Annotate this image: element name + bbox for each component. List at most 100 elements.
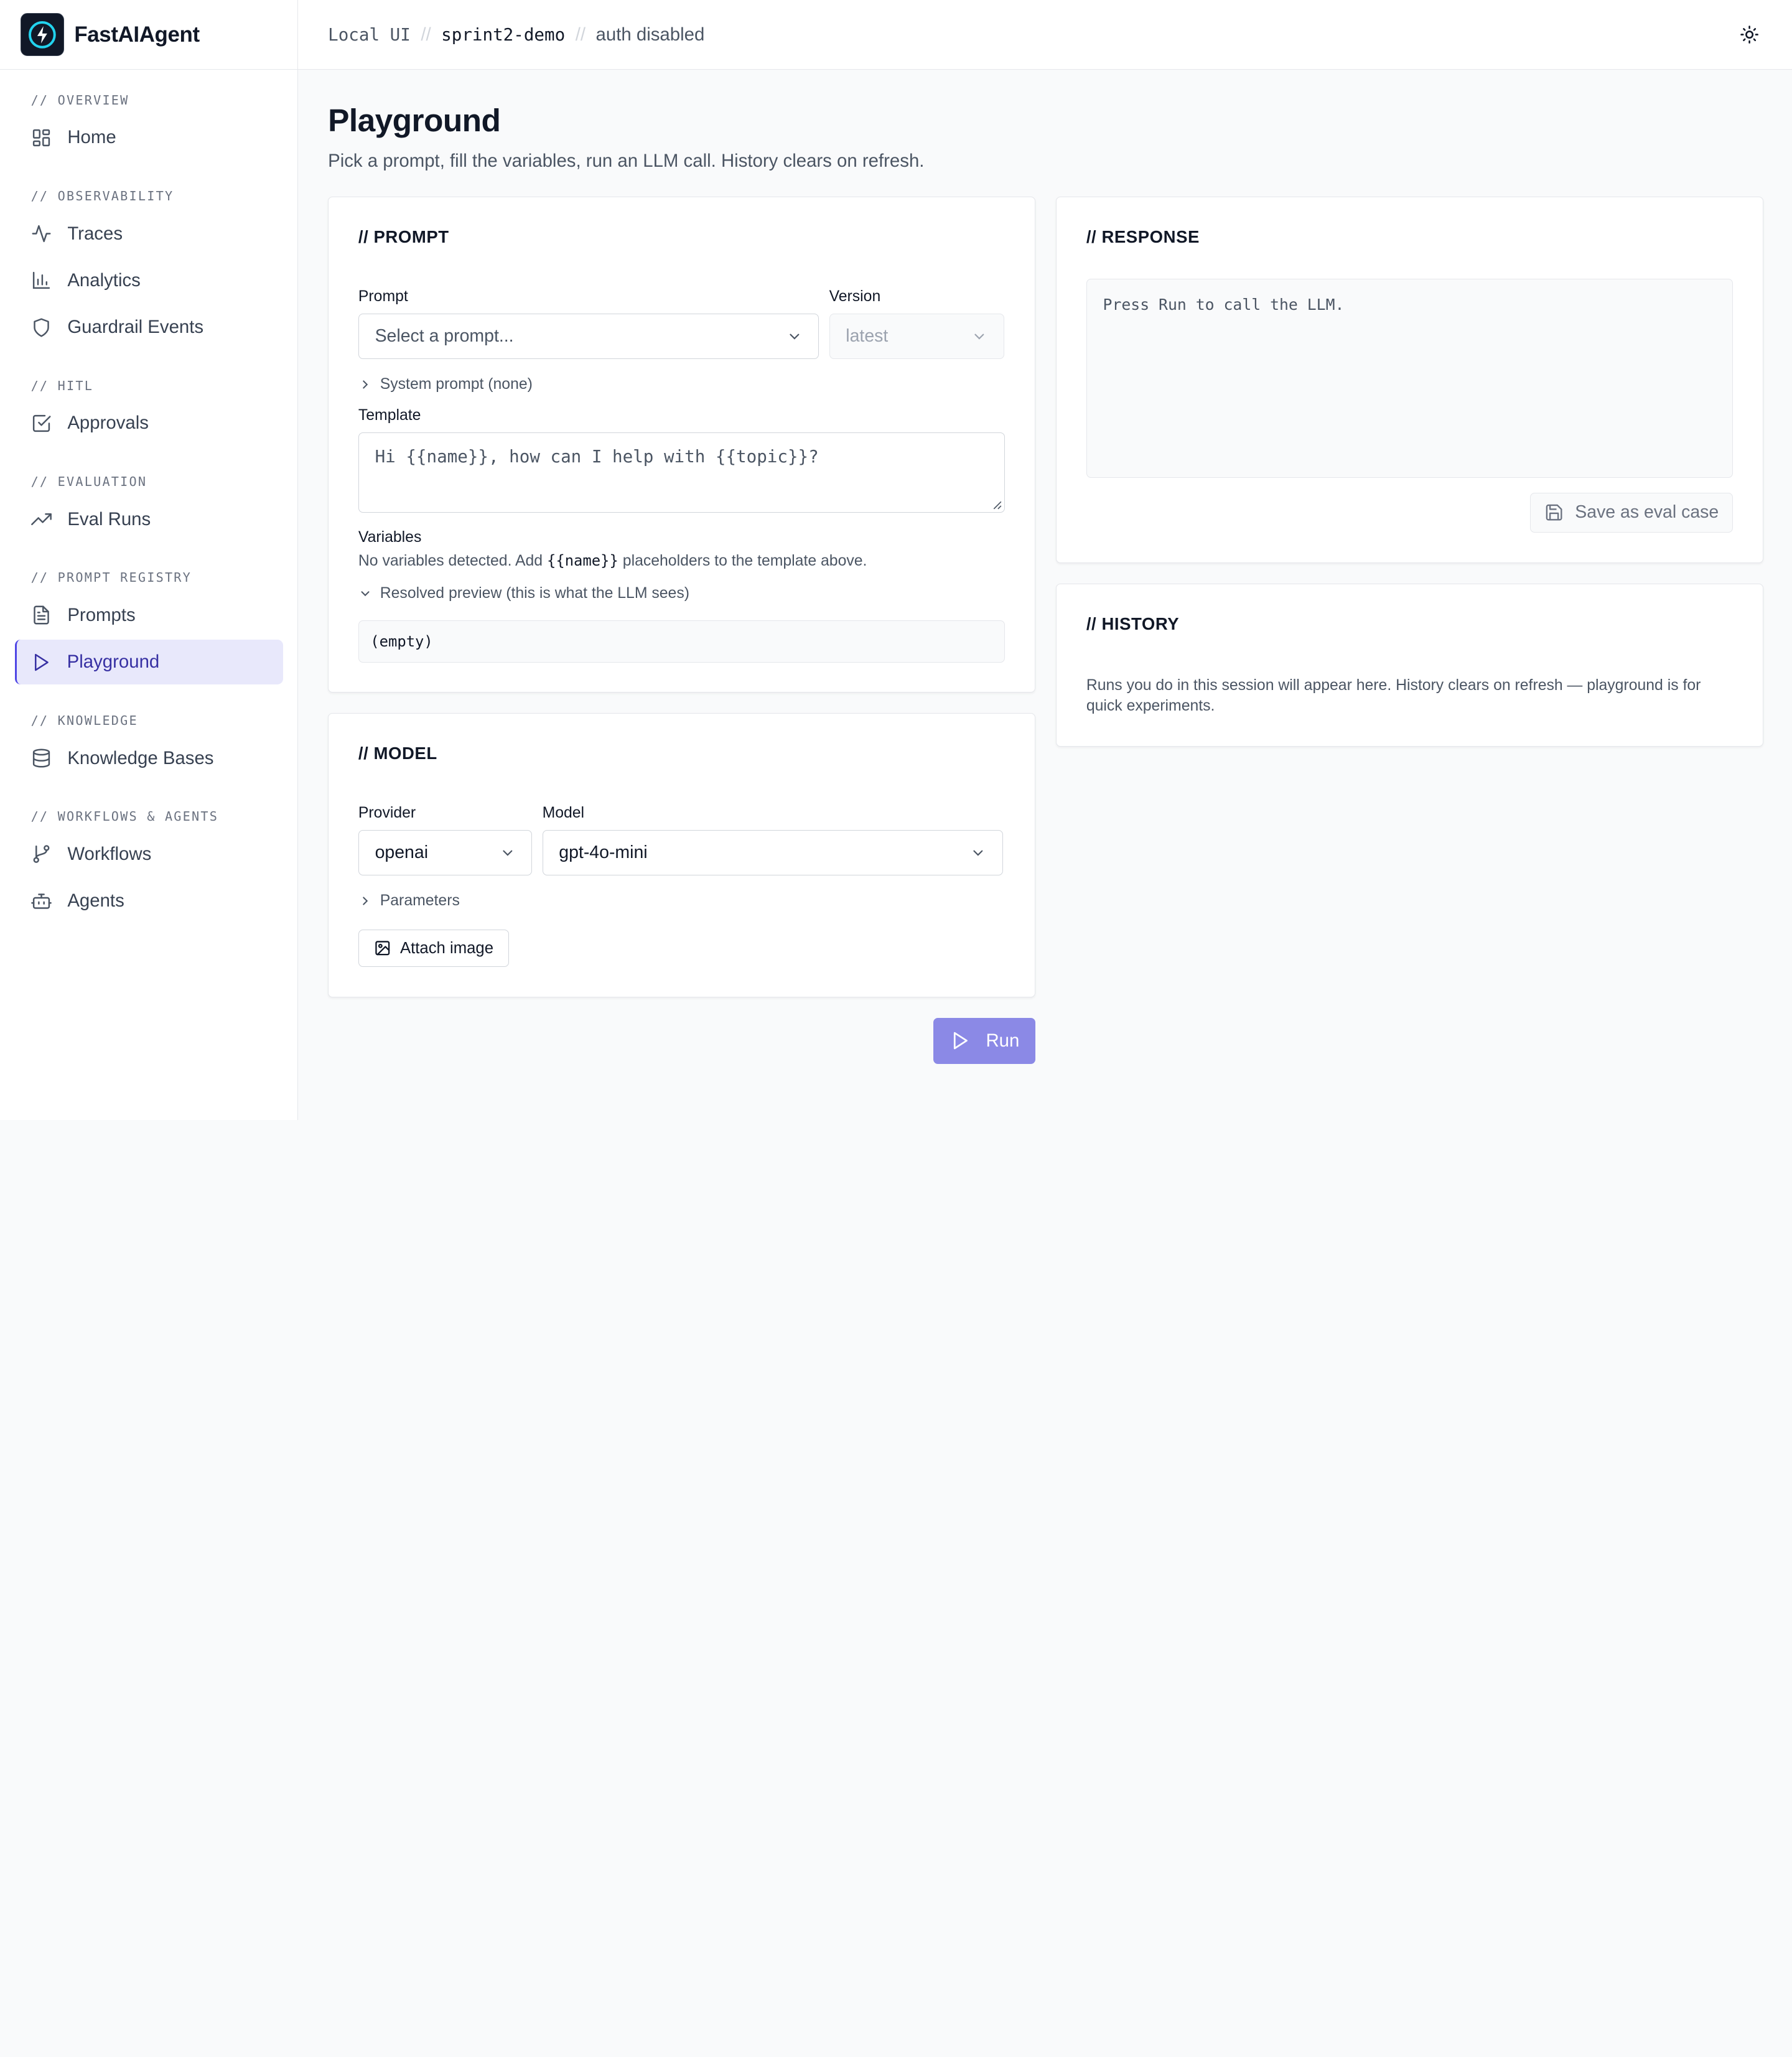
sidebar-item-label: Agents [67, 890, 124, 912]
chevron-down-icon [974, 334, 984, 340]
provider-select[interactable]: openai [358, 830, 533, 876]
sidebar-item-label: Approvals [67, 413, 149, 434]
system-prompt-toggle[interactable]: System prompt (none) [358, 373, 1005, 396]
shield-icon [33, 318, 49, 337]
left-column: // PROMPT Prompt Select a prompt... Vers… [328, 197, 1036, 1064]
save-eval-case-button[interactable]: Save as eval case [1529, 492, 1734, 533]
attach-image-label: Attach image [399, 939, 493, 957]
sidebar-item-label: Workflows [67, 843, 152, 864]
bolt-logo-icon [21, 12, 64, 57]
variables-hint: No variables detected. Add {{name}} plac… [358, 552, 1005, 570]
chevron-down-icon [502, 850, 512, 856]
version-select-value: latest [846, 326, 889, 347]
activity-icon [32, 225, 51, 243]
sidebar-item-playground[interactable]: Playground [14, 640, 283, 685]
prompt-card: // PROMPT Prompt Select a prompt... Vers… [328, 197, 1036, 693]
topbar: Local UI // sprint2-demo // auth disable… [298, 0, 1792, 70]
content: Playground Pick a prompt, fill the varia… [298, 70, 1792, 1093]
breadcrumb-project[interactable]: sprint2-demo [441, 25, 565, 45]
template-text: Hi {{name}}, how can I help with {{topic… [375, 447, 819, 467]
sidebar-item-workflows[interactable]: Workflows [15, 832, 283, 877]
attach-image-button[interactable]: Attach image [358, 929, 509, 968]
run-row: Run [328, 1018, 1036, 1064]
brand[interactable]: FastAIAgent [0, 0, 298, 70]
breadcrumb: Local UI // sprint2-demo // auth disable… [328, 24, 704, 45]
right-column: // RESPONSE Press Run to call the LLM. S… [1056, 197, 1763, 1063]
resolved-preview-box: (empty) [358, 620, 1006, 663]
model-label: Model [542, 805, 585, 822]
sidebar-item-label: Guardrail Events [67, 317, 204, 338]
template-textarea[interactable]: Hi {{name}}, how can I help with {{topic… [358, 432, 1006, 513]
nav-section-title: // OBSERVABILITY [30, 189, 174, 204]
check-square-icon [32, 414, 51, 432]
model-card-title: // MODEL [358, 744, 437, 763]
chevron-down-icon [973, 850, 983, 856]
history-card: // HISTORY Runs you do in this session w… [1056, 583, 1763, 747]
response-card: // RESPONSE Press Run to call the LLM. S… [1056, 197, 1763, 563]
bot-icon [30, 893, 52, 909]
prompt-card-title: // PROMPT [358, 226, 449, 246]
sidebar: FastAIAgent // OVERVIEW Home // OBSERVAB… [0, 0, 299, 1120]
variables-hint-text: No variables detected. Add [358, 552, 543, 569]
response-placeholder: Press Run to call the LLM. [1103, 296, 1345, 314]
variables-label: Variables [358, 528, 422, 546]
play-icon [953, 1032, 968, 1050]
variables-hint-text: placeholders to the template above. [622, 552, 867, 569]
prompt-label: Prompt [358, 288, 408, 306]
sidebar-item-traces[interactable]: Traces [15, 212, 283, 256]
app: FastAIAgent // OVERVIEW Home // OBSERVAB… [0, 0, 1792, 1120]
sidebar-item-knowledge-bases[interactable]: Knowledge Bases [15, 736, 283, 781]
image-icon [375, 941, 390, 956]
nav-group-prompt-registry: // PROMPT REGISTRY Prompts Playground [14, 566, 283, 685]
prompt-select-value: Select a prompt... [375, 326, 514, 347]
sidebar-item-home[interactable]: Home [15, 115, 283, 160]
variables-hint-code: {{name}} [546, 551, 618, 569]
sidebar-item-approvals[interactable]: Approvals [15, 401, 283, 446]
sidebar-item-eval-runs[interactable]: Eval Runs [15, 497, 283, 542]
sidebar-item-label: Home [67, 127, 116, 148]
sun-icon [1740, 26, 1759, 44]
sidebar-item-label: Prompts [67, 604, 136, 625]
sidebar-item-label: Analytics [67, 269, 141, 291]
page-subtitle: Pick a prompt, fill the variables, run a… [328, 150, 925, 171]
nav-section-title: // HITL [30, 378, 94, 393]
response-card-title: // RESPONSE [1086, 226, 1200, 246]
nav-section-title: // OVERVIEW [30, 92, 129, 108]
model-select[interactable]: gpt-4o-mini [542, 830, 1003, 876]
sidebar-item-agents[interactable]: Agents [15, 879, 283, 923]
sidebar-item-analytics[interactable]: Analytics [15, 258, 283, 303]
nav-group-hitl: // HITL Approvals [15, 374, 283, 446]
sidebar-item-label: Knowledge Bases [67, 747, 214, 768]
sidebar-nav: // OVERVIEW Home // OBSERVABILITY Traces… [0, 70, 297, 966]
prompt-select[interactable]: Select a prompt... [358, 313, 819, 360]
nav-group-observability: // OBSERVABILITY Traces Analytics Guardr… [15, 184, 283, 350]
sidebar-item-prompts[interactable]: Prompts [15, 593, 283, 638]
nav-section-title: // EVALUATION [30, 474, 147, 490]
resolved-preview-label: Resolved preview (this is what the LLM s… [380, 585, 689, 602]
nav-section-title: // PROMPT REGISTRY [30, 570, 192, 585]
provider-label: Provider [358, 805, 416, 822]
response-output: Press Run to call the LLM. [1086, 279, 1734, 478]
model-select-value: gpt-4o-mini [559, 842, 648, 863]
chevron-down-icon [790, 334, 800, 340]
version-select[interactable]: latest [829, 313, 1004, 360]
sidebar-item-label: Eval Runs [67, 508, 151, 529]
resize-grip-icon[interactable] [992, 500, 1002, 510]
nav-group-workflows-agents: // WORKFLOWS & AGENTS Workflows Agents [15, 805, 283, 923]
breadcrumb-local-ui[interactable]: Local UI [328, 25, 411, 45]
sidebar-item-guardrail-events[interactable]: Guardrail Events [15, 305, 283, 350]
resolved-preview-text: (empty) [370, 632, 433, 650]
save-icon [1546, 505, 1562, 521]
sidebar-item-label: Traces [67, 223, 123, 244]
nav-group-evaluation: // EVALUATION Eval Runs [15, 470, 283, 542]
run-button[interactable]: Run [933, 1018, 1036, 1064]
run-button-label: Run [986, 1030, 1020, 1051]
breadcrumb-separator: // [575, 24, 586, 45]
theme-toggle-button[interactable] [1736, 21, 1763, 48]
chevron-right-icon [363, 897, 368, 905]
grid-icon [32, 129, 50, 146]
model-card: // MODEL Provider openai Model gpt-4o-mi… [328, 713, 1036, 998]
bar-chart-icon [32, 272, 50, 289]
parameters-toggle[interactable]: Parameters [358, 890, 1005, 913]
resolved-preview-toggle[interactable]: Resolved preview (this is what the LLM s… [358, 582, 1005, 605]
